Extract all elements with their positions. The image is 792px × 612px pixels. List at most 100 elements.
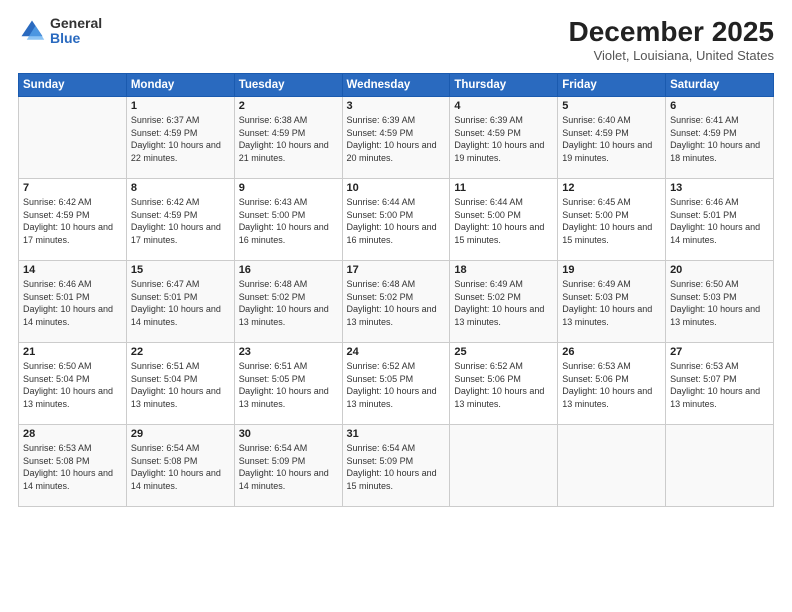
calendar-cell: 23 Sunrise: 6:51 AMSunset: 5:05 PMDayligh… [234,343,342,425]
day-number: 8 [131,182,230,194]
calendar-cell: 19 Sunrise: 6:49 AMSunset: 5:03 PMDayligh… [558,261,666,343]
day-info: Sunrise: 6:44 AMSunset: 5:00 PMDaylight:… [454,196,553,246]
calendar-subtitle: Violet, Louisiana, United States [569,48,774,63]
day-number: 1 [131,100,230,112]
day-info: Sunrise: 6:49 AMSunset: 5:03 PMDaylight:… [562,278,661,328]
calendar-cell: 16 Sunrise: 6:48 AMSunset: 5:02 PMDayligh… [234,261,342,343]
day-number: 30 [239,428,338,440]
calendar-cell: 24 Sunrise: 6:52 AMSunset: 5:05 PMDayligh… [342,343,450,425]
day-info: Sunrise: 6:45 AMSunset: 5:00 PMDaylight:… [562,196,661,246]
day-number: 5 [562,100,661,112]
calendar-cell: 4 Sunrise: 6:39 AMSunset: 4:59 PMDaylight… [450,97,558,179]
day-info: Sunrise: 6:54 AMSunset: 5:09 PMDaylight:… [347,442,446,492]
calendar-cell: 22 Sunrise: 6:51 AMSunset: 5:04 PMDayligh… [126,343,234,425]
calendar-cell [558,425,666,507]
day-number: 10 [347,182,446,194]
day-number: 25 [454,346,553,358]
day-info: Sunrise: 6:42 AMSunset: 4:59 PMDaylight:… [131,196,230,246]
day-number: 9 [239,182,338,194]
day-info: Sunrise: 6:42 AMSunset: 4:59 PMDaylight:… [23,196,122,246]
day-info: Sunrise: 6:44 AMSunset: 5:00 PMDaylight:… [347,196,446,246]
day-info: Sunrise: 6:54 AMSunset: 5:08 PMDaylight:… [131,442,230,492]
logo-blue: Blue [50,31,102,46]
day-number: 31 [347,428,446,440]
calendar-cell: 18Sunrise: 6:49 AMSunset: 5:02 PMDayligh… [450,261,558,343]
col-monday: Monday [126,74,234,97]
day-number: 11 [454,182,553,194]
col-thursday: Thursday [450,74,558,97]
calendar-cell: 15 Sunrise: 6:47 AMSunset: 5:01 PMDayligh… [126,261,234,343]
day-number: 21 [23,346,122,358]
day-info: Sunrise: 6:54 AMSunset: 5:09 PMDaylight:… [239,442,338,492]
day-info: Sunrise: 6:53 AMSunset: 5:08 PMDaylight:… [23,442,122,492]
day-info: Sunrise: 6:46 AMSunset: 5:01 PMDaylight:… [670,196,769,246]
calendar-cell: 11 Sunrise: 6:44 AMSunset: 5:00 PMDayligh… [450,179,558,261]
calendar-cell: 27 Sunrise: 6:53 AMSunset: 5:07 PMDayligh… [666,343,774,425]
day-number: 13 [670,182,769,194]
calendar-cell: 21 Sunrise: 6:50 AMSunset: 5:04 PMDayligh… [19,343,127,425]
calendar-cell: 6 Sunrise: 6:41 AMSunset: 4:59 PMDaylight… [666,97,774,179]
day-number: 7 [23,182,122,194]
day-number: 23 [239,346,338,358]
day-number: 19 [562,264,661,276]
day-info: Sunrise: 6:48 AMSunset: 5:02 PMDaylight:… [239,278,338,328]
col-friday: Friday [558,74,666,97]
calendar-table: Sunday Monday Tuesday Wednesday Thursday… [18,73,774,507]
logo-general: General [50,16,102,31]
day-number: 16 [239,264,338,276]
calendar-cell: 2 Sunrise: 6:38 AMSunset: 4:59 PMDaylight… [234,97,342,179]
day-info: Sunrise: 6:38 AMSunset: 4:59 PMDaylight:… [239,114,338,164]
col-wednesday: Wednesday [342,74,450,97]
calendar-cell: 25 Sunrise: 6:52 AMSunset: 5:06 PMDayligh… [450,343,558,425]
logo-text: General Blue [50,16,102,47]
day-number: 24 [347,346,446,358]
day-info: Sunrise: 6:41 AMSunset: 4:59 PMDaylight:… [670,114,769,164]
day-info: Sunrise: 6:52 AMSunset: 5:05 PMDaylight:… [347,360,446,410]
day-info: Sunrise: 6:43 AMSunset: 5:00 PMDaylight:… [239,196,338,246]
day-info: Sunrise: 6:39 AMSunset: 4:59 PMDaylight:… [347,114,446,164]
day-info: Sunrise: 6:50 AMSunset: 5:04 PMDaylight:… [23,360,122,410]
day-number: 29 [131,428,230,440]
logo: General Blue [18,16,102,47]
calendar-cell: 28Sunrise: 6:53 AMSunset: 5:08 PMDayligh… [19,425,127,507]
calendar-cell: 17 Sunrise: 6:48 AMSunset: 5:02 PMDayligh… [342,261,450,343]
calendar-cell [666,425,774,507]
header-row: Sunday Monday Tuesday Wednesday Thursday… [19,74,774,97]
day-info: Sunrise: 6:53 AMSunset: 5:07 PMDaylight:… [670,360,769,410]
calendar-cell: 31 Sunrise: 6:54 AMSunset: 5:09 PMDayligh… [342,425,450,507]
day-number: 6 [670,100,769,112]
calendar-cell: 20Sunrise: 6:50 AMSunset: 5:03 PMDayligh… [666,261,774,343]
day-info: Sunrise: 6:39 AMSunset: 4:59 PMDaylight:… [454,114,553,164]
day-info: Sunrise: 6:53 AMSunset: 5:06 PMDaylight:… [562,360,661,410]
day-number: 2 [239,100,338,112]
calendar-cell: 12 Sunrise: 6:45 AMSunset: 5:00 PMDayligh… [558,179,666,261]
calendar-week-1: 1 Sunrise: 6:37 AMSunset: 4:59 PMDaylight… [19,97,774,179]
page: General Blue December 2025 Violet, Louis… [0,0,792,612]
day-number: 22 [131,346,230,358]
calendar-cell: 10 Sunrise: 6:44 AMSunset: 5:00 PMDayligh… [342,179,450,261]
day-number: 17 [347,264,446,276]
day-number: 12 [562,182,661,194]
day-info: Sunrise: 6:51 AMSunset: 5:05 PMDaylight:… [239,360,338,410]
day-number: 27 [670,346,769,358]
day-info: Sunrise: 6:47 AMSunset: 5:01 PMDaylight:… [131,278,230,328]
day-info: Sunrise: 6:46 AMSunset: 5:01 PMDaylight:… [23,278,122,328]
title-section: December 2025 Violet, Louisiana, United … [569,16,774,63]
day-number: 15 [131,264,230,276]
day-info: Sunrise: 6:48 AMSunset: 5:02 PMDaylight:… [347,278,446,328]
day-number: 14 [23,264,122,276]
calendar-cell: 9 Sunrise: 6:43 AMSunset: 5:00 PMDaylight… [234,179,342,261]
day-number: 20 [670,264,769,276]
day-info: Sunrise: 6:51 AMSunset: 5:04 PMDaylight:… [131,360,230,410]
calendar-week-2: 7 Sunrise: 6:42 AMSunset: 4:59 PMDaylight… [19,179,774,261]
col-sunday: Sunday [19,74,127,97]
col-tuesday: Tuesday [234,74,342,97]
calendar-cell: 13 Sunrise: 6:46 AMSunset: 5:01 PMDayligh… [666,179,774,261]
calendar-cell: 26 Sunrise: 6:53 AMSunset: 5:06 PMDayligh… [558,343,666,425]
day-info: Sunrise: 6:37 AMSunset: 4:59 PMDaylight:… [131,114,230,164]
calendar-title: December 2025 [569,16,774,48]
day-info: Sunrise: 6:52 AMSunset: 5:06 PMDaylight:… [454,360,553,410]
day-number: 26 [562,346,661,358]
day-info: Sunrise: 6:49 AMSunset: 5:02 PMDaylight:… [454,278,553,328]
day-number: 4 [454,100,553,112]
